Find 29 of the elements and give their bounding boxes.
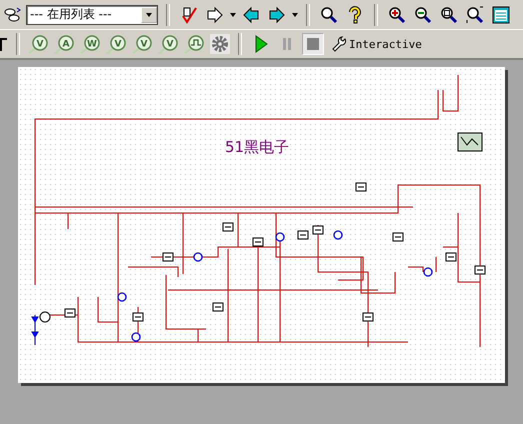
zoom-fit-button[interactable]	[464, 4, 486, 26]
zoom-area-icon	[440, 6, 458, 24]
view-button[interactable]	[490, 4, 512, 26]
stop-button[interactable]	[302, 33, 324, 55]
pulse-icon[interactable]	[184, 34, 206, 54]
search-icon	[320, 6, 338, 24]
arrow-icon	[242, 6, 260, 24]
play-icon	[254, 35, 268, 53]
toolbar-edge-icon	[0, 37, 8, 51]
window-icon	[492, 6, 510, 24]
zoom-in-icon	[388, 6, 406, 24]
check-icon	[180, 6, 198, 24]
simulation-mode-button[interactable]: Interactive	[328, 36, 426, 52]
database-icon	[4, 6, 22, 24]
arrow-icon	[206, 6, 224, 24]
dropdown-button[interactable]	[141, 6, 157, 22]
zoom-out-icon	[414, 6, 432, 24]
arrow-icon	[268, 6, 286, 24]
help-icon	[346, 6, 364, 24]
caret-icon	[230, 12, 236, 16]
wrench-icon	[332, 36, 346, 52]
sheet-title: 51黑电子	[225, 138, 290, 157]
caret-icon	[292, 12, 298, 16]
pause-icon	[282, 37, 292, 51]
zoom-fit-icon	[466, 6, 484, 24]
component-list-dropdown[interactable]: --- 在用列表 ---	[26, 4, 158, 24]
caret-icon	[146, 12, 152, 16]
gear-icon[interactable]	[210, 34, 230, 54]
stop-icon	[307, 38, 319, 50]
